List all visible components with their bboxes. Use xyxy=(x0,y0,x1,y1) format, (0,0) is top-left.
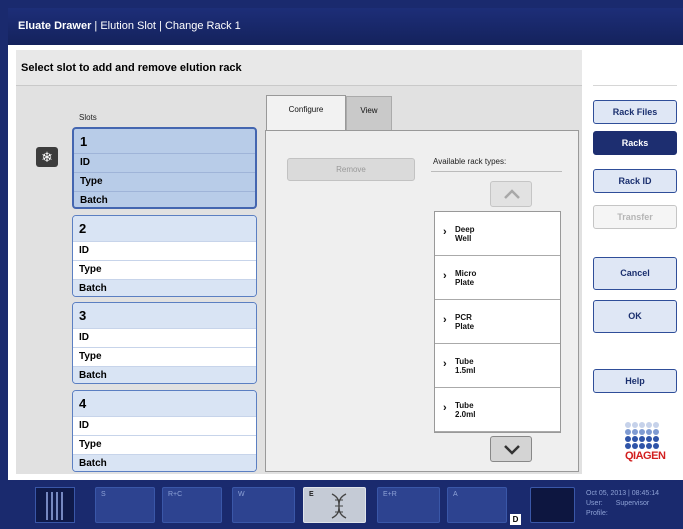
remove-button[interactable]: Remove xyxy=(287,158,415,181)
slot-id: ID xyxy=(73,328,256,347)
drawer-rc[interactable]: R+C xyxy=(162,487,222,523)
status-info: Oct 05, 2013 | 08:45:14 User: Supervisor … xyxy=(586,489,659,519)
configure-panel: Remove Available rack types: › Deep Well … xyxy=(265,130,579,472)
drawer-w[interactable]: W xyxy=(232,487,295,523)
slot-number: 4 xyxy=(73,391,256,416)
divider xyxy=(431,171,562,172)
tab-view[interactable]: View xyxy=(346,96,392,131)
slot-id: ID xyxy=(73,416,256,435)
drawer-er[interactable]: E+R xyxy=(377,487,440,523)
chevron-right-icon: › xyxy=(443,402,447,414)
slot-type: Type xyxy=(73,435,256,454)
slot-1[interactable]: 1 ID Type Batch xyxy=(72,127,257,209)
list-item[interactable]: › Micro Plate xyxy=(435,256,560,300)
rack-label: Tube 1.5ml xyxy=(455,357,476,375)
cancel-button[interactable]: Cancel xyxy=(593,257,677,290)
slot-4[interactable]: 4 ID Type Batch xyxy=(72,390,257,472)
slot-batch: Batch xyxy=(73,366,256,383)
scroll-up-button[interactable] xyxy=(490,181,532,207)
slot-type: Type xyxy=(73,260,256,279)
slot-2[interactable]: 2 ID Type Batch xyxy=(72,215,257,297)
rack-label: PCR Plate xyxy=(455,313,475,331)
scroll-down-button[interactable] xyxy=(490,436,532,462)
slot-batch: Batch xyxy=(73,454,256,471)
datetime: Oct 05, 2013 | 08:45:14 xyxy=(586,490,660,497)
title-bold: Eluate Drawer xyxy=(18,20,92,32)
tab-configure[interactable]: Configure xyxy=(266,95,346,131)
slots-label: Slots xyxy=(79,113,97,122)
content-heading: Select slot to add and remove elution ra… xyxy=(16,50,582,86)
chevron-right-icon: › xyxy=(443,270,447,282)
slot-id: ID xyxy=(73,241,256,260)
user-label: User: xyxy=(586,500,603,507)
rack-label: Micro Plate xyxy=(455,269,477,287)
slot-type: Type xyxy=(73,347,256,366)
rack-type-list: › Deep Well › Micro Plate › PCR Plate › Tub… xyxy=(434,211,561,433)
help-button[interactable]: Help xyxy=(593,369,677,393)
slot-3[interactable]: 3 ID Type Batch xyxy=(72,302,257,384)
racks-button[interactable]: Racks xyxy=(593,131,677,155)
logo-text: QIAGEN xyxy=(625,450,666,462)
chevron-up-icon xyxy=(504,189,520,199)
main-area: Select slot to add and remove elution ra… xyxy=(8,45,683,480)
app-frame: Eluate Drawer | Elution Slot | Change Ra… xyxy=(0,0,683,529)
drawer-a[interactable]: A xyxy=(447,487,507,523)
list-item[interactable]: › Deep Well xyxy=(435,212,560,256)
transfer-button[interactable]: Transfer xyxy=(593,205,677,229)
status-panel[interactable] xyxy=(530,487,575,523)
dna-icon xyxy=(331,493,347,519)
chevron-right-icon: › xyxy=(443,226,447,238)
bottom-bar: S R+C W E E+R A D Oct 05, 2013 | 08:45:1… xyxy=(0,480,683,529)
slot-number: 3 xyxy=(73,303,256,328)
rack-id-button[interactable]: Rack ID xyxy=(593,169,677,193)
available-racks-label: Available rack types: xyxy=(433,157,507,166)
rack-files-button[interactable]: Rack Files xyxy=(593,100,677,124)
rack-label: Deep Well xyxy=(455,225,475,243)
d-badge: D xyxy=(510,514,521,525)
logo-dots xyxy=(625,422,669,449)
title-bar: Eluate Drawer | Elution Slot | Change Ra… xyxy=(8,8,683,45)
content-area: Select slot to add and remove elution ra… xyxy=(16,50,582,474)
list-item[interactable]: › Tube 2.0ml xyxy=(435,388,560,432)
chevron-right-icon: › xyxy=(443,358,447,370)
drawer-e[interactable]: E xyxy=(303,487,366,523)
slot-number: 1 xyxy=(80,134,88,149)
qiagen-logo: QIAGEN xyxy=(625,422,669,462)
drawer-bars-icon[interactable] xyxy=(35,487,75,523)
title-rest: | Elution Slot | Change Rack 1 xyxy=(91,20,241,32)
sidebar: Rack Files Racks Rack ID Transfer Cancel… xyxy=(585,45,683,480)
drawer-s[interactable]: S xyxy=(95,487,155,523)
user-value: Supervisor xyxy=(615,500,650,507)
chevron-right-icon: › xyxy=(443,314,447,326)
list-item[interactable]: › PCR Plate xyxy=(435,300,560,344)
profile-label: Profile: xyxy=(586,510,608,517)
rack-label: Tube 2.0ml xyxy=(455,401,476,419)
list-item[interactable]: › Tube 1.5ml xyxy=(435,344,560,388)
slot-batch: Batch xyxy=(74,191,255,207)
slot-id: ID xyxy=(74,153,255,172)
slot-type: Type xyxy=(74,172,255,191)
slot-batch: Batch xyxy=(73,279,256,296)
chevron-down-icon xyxy=(504,445,520,455)
divider xyxy=(593,85,677,86)
ok-button[interactable]: OK xyxy=(593,300,677,333)
snowflake-icon: ❄ xyxy=(36,147,58,167)
slot-number: 2 xyxy=(73,216,256,241)
